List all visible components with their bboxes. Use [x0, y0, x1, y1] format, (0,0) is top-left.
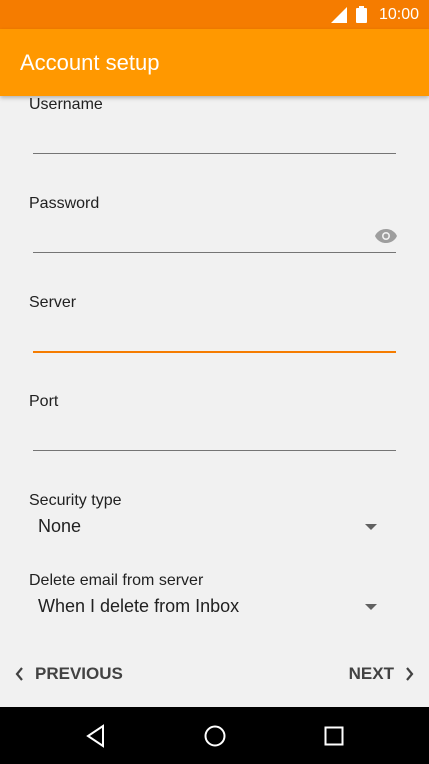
- status-bar: 10:00: [0, 0, 429, 29]
- delete-email-value: When I delete from Inbox: [38, 596, 240, 616]
- wizard-nav-bar: PREVIOUS NEXT: [0, 640, 429, 707]
- next-label: NEXT: [348, 664, 394, 683]
- username-label: Username: [29, 96, 103, 113]
- delete-email-select[interactable]: When I delete from Inbox: [29, 591, 396, 623]
- password-underline: [33, 252, 396, 253]
- chevron-left-icon: [15, 667, 23, 681]
- username-underline: [33, 153, 396, 154]
- previous-button[interactable]: PREVIOUS: [14, 664, 123, 684]
- signal-icon: [331, 7, 347, 23]
- next-button[interactable]: NEXT: [349, 664, 415, 684]
- page-title: Account setup: [20, 50, 160, 75]
- chevron-down-icon: [365, 604, 377, 610]
- security-type-label: Security type: [29, 492, 122, 509]
- chevron-right-icon: [406, 667, 414, 681]
- system-navigation-bar: [0, 707, 429, 764]
- password-label: Password: [29, 195, 100, 212]
- delete-email-label: Delete email from server: [29, 572, 204, 589]
- app-bar: Account setup: [0, 29, 429, 96]
- security-type-value: None: [38, 516, 82, 536]
- server-underline: [33, 351, 396, 353]
- username-field[interactable]: [33, 121, 396, 155]
- server-label: Server: [29, 294, 77, 311]
- account-setup-form: Username Password Server Port Security t…: [0, 96, 429, 640]
- status-time: 10:00: [378, 6, 419, 23]
- chevron-down-icon: [365, 524, 377, 530]
- password-field[interactable]: [33, 220, 363, 254]
- previous-label: PREVIOUS: [35, 664, 123, 683]
- recents-icon[interactable]: [322, 724, 346, 748]
- security-type-select[interactable]: None: [29, 511, 396, 543]
- home-icon[interactable]: [203, 724, 227, 748]
- port-underline: [33, 450, 396, 451]
- port-field[interactable]: [33, 418, 396, 452]
- battery-icon: [356, 6, 367, 23]
- eye-icon[interactable]: [375, 229, 397, 243]
- port-label: Port: [29, 393, 59, 410]
- back-icon[interactable]: [84, 724, 108, 748]
- server-field[interactable]: [33, 319, 396, 353]
